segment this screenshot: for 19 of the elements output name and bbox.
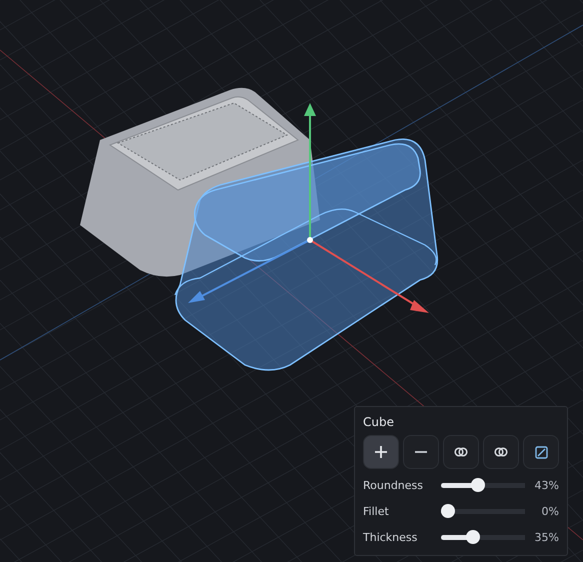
overlapping-circles-icon xyxy=(494,447,508,457)
minus-icon xyxy=(414,450,428,454)
slider-value: 0% xyxy=(540,504,559,518)
slider-thumb[interactable] xyxy=(466,530,480,544)
slider-value: 35% xyxy=(534,530,559,544)
slice-tool-button[interactable] xyxy=(523,435,559,469)
slider-value: 43% xyxy=(534,478,559,492)
slider-label: Thickness xyxy=(363,530,418,544)
slider-thumb[interactable] xyxy=(441,504,455,518)
union-tool-button[interactable] xyxy=(443,435,479,469)
slashed-square-icon xyxy=(534,446,548,458)
plus-icon xyxy=(374,445,388,459)
slider-thumb[interactable] xyxy=(471,478,486,492)
slider-label: Roundness xyxy=(363,478,424,492)
add-tool-button[interactable] xyxy=(363,435,399,469)
intersect-tool-button[interactable] xyxy=(483,435,519,469)
slider-label: Fillet xyxy=(363,504,390,518)
panel-title: Cube xyxy=(363,415,395,429)
overlapping-circles-icon xyxy=(454,447,468,457)
